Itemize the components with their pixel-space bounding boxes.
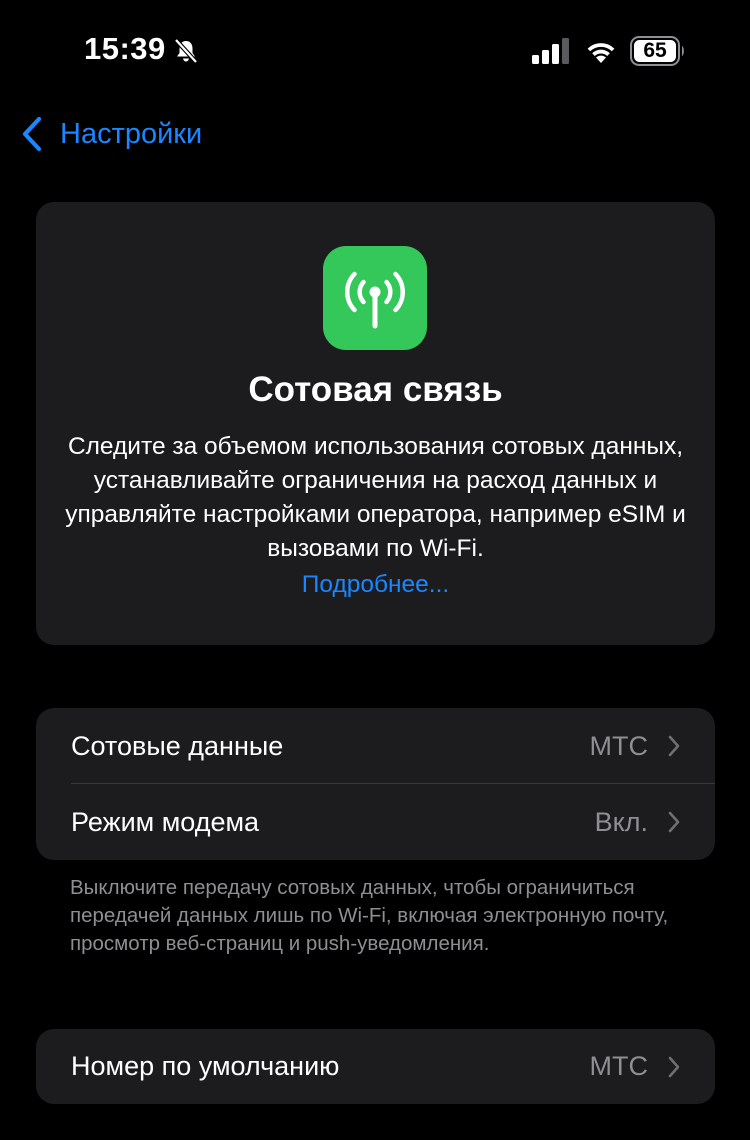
personal-hotspot-row[interactable]: Режим модема Вкл.: [36, 784, 715, 860]
back-button[interactable]: Настройки: [20, 112, 202, 156]
cellular-info-card: Сотовая связь Следите за объемом использ…: [36, 202, 715, 645]
status-time: 15:39: [84, 31, 166, 66]
cellular-settings-group: Сотовые данные МТС Режим модема Вкл.: [36, 708, 715, 860]
cellular-settings-screen: 15:39 65 Настройки Сотовая связь Следите…: [0, 0, 750, 1140]
row-label: Сотовые данные: [71, 730, 284, 761]
antenna-icon: [323, 246, 427, 350]
wifi-icon: [587, 43, 615, 63]
default-number-row[interactable]: Номер по умолчанию МТС: [36, 1029, 715, 1104]
default-number-group: Номер по умолчанию МТС: [36, 1029, 715, 1104]
row-value: Вкл.: [594, 806, 648, 837]
row-label: Режим модема: [71, 806, 260, 837]
chevron-right-icon: [668, 1056, 680, 1077]
bell-muted-icon: [174, 38, 198, 64]
row-value: МТС: [589, 1051, 648, 1081]
cellular-signal-icon: [532, 38, 569, 64]
page-title: Сотовая связь: [248, 370, 503, 409]
status-bar: 15:39 65: [0, 0, 750, 100]
cellular-data-footnote: Выключите передачу сотовых данных, чтобы…: [70, 876, 669, 955]
row-label: Номер по умолчанию: [71, 1051, 340, 1081]
back-button-label: Настройки: [60, 117, 203, 150]
chevron-right-icon: [668, 735, 680, 757]
battery-level: 65: [643, 39, 667, 62]
row-value: МТС: [589, 730, 648, 761]
cellular-data-row[interactable]: Сотовые данные МТС: [36, 708, 715, 784]
learn-more-link[interactable]: Подробнее...: [36, 571, 715, 599]
chevron-left-icon: [22, 116, 42, 152]
chevron-right-icon: [668, 811, 680, 833]
cellular-description: Следите за объемом использования сотовых…: [65, 433, 686, 562]
